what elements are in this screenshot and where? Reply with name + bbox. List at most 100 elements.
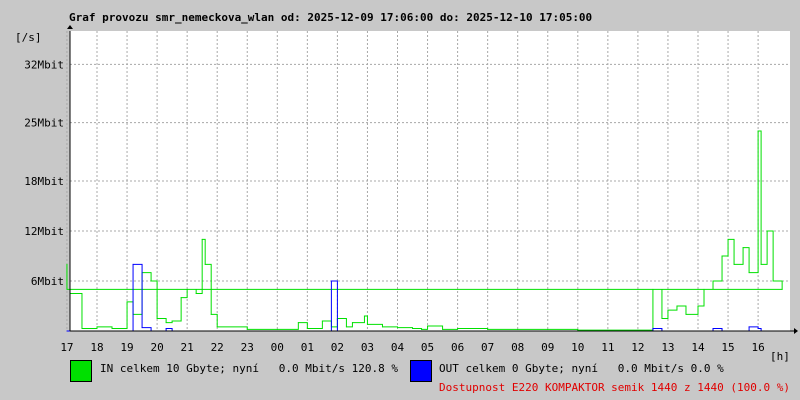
x-tick-label: 10 xyxy=(571,341,584,354)
y-tick-label: 6Mbit xyxy=(31,275,64,288)
x-tick-label: 05 xyxy=(421,341,434,354)
x-tick-label: 07 xyxy=(481,341,494,354)
x-tick-label: 23 xyxy=(241,341,254,354)
series-in-point xyxy=(652,288,654,290)
y-tick-label: 25Mbit xyxy=(24,117,64,130)
x-tick-label: 22 xyxy=(211,341,224,354)
x-tick-label: 01 xyxy=(301,341,314,354)
series-in-point xyxy=(517,328,519,330)
traffic-graph: Graf provozu smr_nemeckova_wlan od: 2025… xyxy=(0,0,800,400)
series-in-point xyxy=(171,320,173,322)
x-tick-label: 12 xyxy=(631,341,644,354)
x-tick-label: 02 xyxy=(331,341,344,354)
series-in-point xyxy=(156,318,158,319)
series-in-point xyxy=(661,318,663,319)
series-in-point xyxy=(210,313,212,315)
series-out-point xyxy=(748,326,750,328)
series-in-point xyxy=(427,325,429,327)
series-out-point xyxy=(757,328,759,329)
series-in-point xyxy=(216,326,218,328)
series-in-point xyxy=(421,328,423,330)
series-out-point xyxy=(712,328,714,329)
series-in-point xyxy=(760,263,762,265)
series-in-point xyxy=(781,288,783,290)
x-tick-label: 15 xyxy=(721,341,734,354)
y-tick-label: 18Mbit xyxy=(24,175,64,188)
x-tick-label: 16 xyxy=(751,341,764,354)
series-in-point xyxy=(201,238,203,240)
series-in-point xyxy=(457,328,459,329)
series-out-point xyxy=(66,330,68,332)
series-in-point xyxy=(366,323,368,325)
x-tick-label: 00 xyxy=(271,341,284,354)
x-tick-label: 03 xyxy=(361,341,374,354)
series-in-point xyxy=(442,328,444,330)
chart-canvas: 6Mbit 12Mbit 18Mbit 25Mbit 32Mbit 18 19 20 21 22 2… xyxy=(24,25,798,354)
x-tick-label: 19 xyxy=(120,341,133,354)
x-tick-label: 17 xyxy=(60,341,73,354)
y-axis-arrow xyxy=(67,25,73,29)
series-in-point xyxy=(742,247,744,249)
x-tick-label: 08 xyxy=(511,341,524,354)
x-tick-label: 18 xyxy=(90,341,103,354)
series-out-point xyxy=(165,328,167,329)
y-tick-label: 32Mbit xyxy=(24,58,64,71)
x-tick-label: 13 xyxy=(661,341,674,354)
series-out-point xyxy=(132,263,134,265)
series-in-point xyxy=(397,327,398,329)
series-in-point xyxy=(727,238,729,240)
series-in-point xyxy=(306,328,308,329)
series-in-point xyxy=(363,315,365,317)
series-in-point xyxy=(81,328,83,329)
series-in-point xyxy=(547,328,549,330)
series-in-point xyxy=(748,272,750,274)
series-in-point xyxy=(126,301,128,303)
x-tick-label: 06 xyxy=(451,341,464,354)
series-in-point xyxy=(345,326,347,328)
x-tick-label: 14 xyxy=(691,341,705,354)
series-in-point xyxy=(186,288,188,290)
series-in-point xyxy=(733,263,735,265)
series-in-point xyxy=(667,309,669,311)
x-tick-label: 11 xyxy=(601,341,614,354)
series-in-point xyxy=(487,328,489,330)
series-in-point xyxy=(676,305,678,307)
y-tick-label: 12Mbit xyxy=(24,225,64,238)
series-in-point xyxy=(321,320,323,322)
x-axis-arrow xyxy=(794,328,798,334)
series-in-point xyxy=(772,280,774,282)
in-legend-swatch xyxy=(70,360,92,382)
series-in-point xyxy=(111,328,113,329)
x-tick-label: 21 xyxy=(181,341,194,354)
series-in-point xyxy=(685,313,687,315)
series-in-point xyxy=(712,280,714,282)
series-in-point xyxy=(165,322,167,324)
in-legend-text: IN celkem 10 Gbyte; nyní 0.0 Mbit/s 120.… xyxy=(100,362,399,375)
series-in-point xyxy=(276,328,278,330)
series-in-point xyxy=(757,130,759,132)
out-legend-text: OUT celkem 0 Gbyte; nyní 0.0 Mbit/s 0.0 … xyxy=(439,362,724,375)
series-in-point xyxy=(66,263,68,265)
series-in-point xyxy=(721,255,723,257)
x-tick-label: 04 xyxy=(391,341,405,354)
series-in-point xyxy=(246,328,248,330)
series-in-point xyxy=(703,288,705,290)
availability-text: Dostupnost E220 KOMPAKTOR semik 1440 z 1… xyxy=(439,381,790,394)
series-in-point xyxy=(204,263,206,265)
series-out-point xyxy=(141,327,143,329)
series-in-point xyxy=(150,280,152,282)
series-in-point xyxy=(180,297,182,299)
series-in-point xyxy=(297,322,299,324)
x-tick-label: 20 xyxy=(150,341,163,354)
series-in-point xyxy=(381,326,383,328)
x-tick-label: 09 xyxy=(541,341,554,354)
series-in-point xyxy=(697,305,699,307)
series-in-point xyxy=(412,328,414,329)
series-out-point xyxy=(330,280,332,282)
series-in-point xyxy=(766,230,768,232)
series-in-point xyxy=(96,326,98,328)
out-legend-swatch xyxy=(410,360,432,382)
series-out-point xyxy=(652,328,654,329)
series-in-point xyxy=(195,293,197,294)
series-in-point xyxy=(351,322,353,324)
